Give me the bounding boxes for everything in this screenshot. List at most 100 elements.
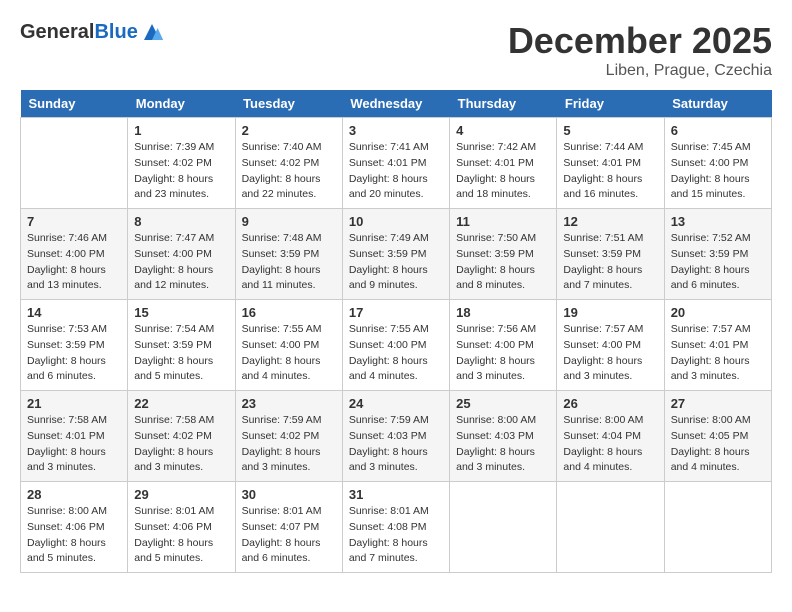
empty-cell (557, 482, 664, 573)
day-cell-3: 3 Sunrise: 7:41 AM Sunset: 4:01 PM Daylig… (342, 118, 449, 209)
day-cell-5: 5 Sunrise: 7:44 AM Sunset: 4:01 PM Daylig… (557, 118, 664, 209)
day-cell-6: 6Sunrise: 7:45 AM Sunset: 4:00 PM Daylig… (664, 118, 771, 209)
day-cell-20: 20 Sunrise: 7:57 AM Sunset: 4:01 PM Dayli… (664, 300, 771, 391)
day-number: 21 (27, 396, 121, 411)
day-info: Sunrise: 7:55 AM Sunset: 4:00 PM Dayligh… (242, 322, 336, 385)
day-number: 31 (349, 487, 443, 502)
day-cell-25: 25Sunrise: 8:00 AM Sunset: 4:03 PM Dayli… (450, 391, 557, 482)
day-cell-2: 2 Sunrise: 7:40 AM Sunset: 4:02 PM Daylig… (235, 118, 342, 209)
day-number: 8 (134, 214, 228, 229)
logo: GeneralBlue (20, 20, 164, 44)
week-row-3: 14Sunrise: 7:53 AM Sunset: 3:59 PM Dayli… (21, 300, 772, 391)
day-number: 20 (671, 305, 765, 320)
day-cell-31: 31 Sunrise: 8:01 AM Sunset: 4:08 PM Dayli… (342, 482, 449, 573)
day-cell-16: 16 Sunrise: 7:55 AM Sunset: 4:00 PM Dayli… (235, 300, 342, 391)
weekday-header-row: SundayMondayTuesdayWednesdayThursdayFrid… (21, 90, 772, 118)
day-number: 18 (456, 305, 550, 320)
day-number: 25 (456, 396, 550, 411)
day-info: Sunrise: 7:45 AM Sunset: 4:00 PM Dayligh… (671, 140, 765, 203)
weekday-header-wednesday: Wednesday (342, 90, 449, 118)
day-info: Sunrise: 8:01 AM Sunset: 4:08 PM Dayligh… (349, 504, 443, 567)
day-cell-23: 23 Sunrise: 7:59 AM Sunset: 4:02 PM Dayli… (235, 391, 342, 482)
day-cell-19: 19 Sunrise: 7:57 AM Sunset: 4:00 PM Dayli… (557, 300, 664, 391)
day-cell-29: 29Sunrise: 8:01 AM Sunset: 4:06 PM Dayli… (128, 482, 235, 573)
day-number: 13 (671, 214, 765, 229)
month-title: December 2025 (508, 20, 772, 62)
weekday-header-friday: Friday (557, 90, 664, 118)
day-cell-12: 12Sunrise: 7:51 AM Sunset: 3:59 PM Dayli… (557, 209, 664, 300)
logo-general-text: General (20, 21, 94, 43)
day-info: Sunrise: 8:01 AM Sunset: 4:06 PM Dayligh… (134, 504, 228, 567)
day-cell-18: 18 Sunrise: 7:56 AM Sunset: 4:00 PM Dayli… (450, 300, 557, 391)
day-cell-10: 10Sunrise: 7:49 AM Sunset: 3:59 PM Dayli… (342, 209, 449, 300)
page-header: GeneralBlue December 2025 Liben, Prague,… (20, 20, 772, 80)
day-number: 22 (134, 396, 228, 411)
day-info: Sunrise: 7:48 AM Sunset: 3:59 PM Dayligh… (242, 231, 336, 294)
day-number: 26 (563, 396, 657, 411)
day-number: 3 (349, 123, 443, 138)
day-number: 1 (134, 123, 228, 138)
day-info: Sunrise: 7:58 AM Sunset: 4:01 PM Dayligh… (27, 413, 121, 476)
weekday-header-sunday: Sunday (21, 90, 128, 118)
weekday-header-tuesday: Tuesday (235, 90, 342, 118)
empty-cell (21, 118, 128, 209)
day-cell-8: 8 Sunrise: 7:47 AM Sunset: 4:00 PM Daylig… (128, 209, 235, 300)
day-info: Sunrise: 8:00 AM Sunset: 4:05 PM Dayligh… (671, 413, 765, 476)
day-cell-1: 1 Sunrise: 7:39 AM Sunset: 4:02 PM Daylig… (128, 118, 235, 209)
day-number: 19 (563, 305, 657, 320)
day-number: 10 (349, 214, 443, 229)
day-info: Sunrise: 7:46 AM Sunset: 4:00 PM Dayligh… (27, 231, 121, 294)
day-number: 9 (242, 214, 336, 229)
day-number: 24 (349, 396, 443, 411)
title-block: December 2025 Liben, Prague, Czechia (508, 20, 772, 80)
day-info: Sunrise: 7:59 AM Sunset: 4:02 PM Dayligh… (242, 413, 336, 476)
day-info: Sunrise: 7:58 AM Sunset: 4:02 PM Dayligh… (134, 413, 228, 476)
calendar-body: 1 Sunrise: 7:39 AM Sunset: 4:02 PM Daylig… (21, 118, 772, 573)
day-number: 16 (242, 305, 336, 320)
day-cell-24: 24 Sunrise: 7:59 AM Sunset: 4:03 PM Dayli… (342, 391, 449, 482)
day-number: 2 (242, 123, 336, 138)
day-info: Sunrise: 7:59 AM Sunset: 4:03 PM Dayligh… (349, 413, 443, 476)
day-info: Sunrise: 7:55 AM Sunset: 4:00 PM Dayligh… (349, 322, 443, 385)
day-number: 12 (563, 214, 657, 229)
day-number: 7 (27, 214, 121, 229)
day-info: Sunrise: 7:53 AM Sunset: 3:59 PM Dayligh… (27, 322, 121, 385)
day-info: Sunrise: 7:57 AM Sunset: 4:01 PM Dayligh… (671, 322, 765, 385)
day-info: Sunrise: 7:47 AM Sunset: 4:00 PM Dayligh… (134, 231, 228, 294)
day-cell-30: 30Sunrise: 8:01 AM Sunset: 4:07 PM Dayli… (235, 482, 342, 573)
logo-blue-text: Blue (94, 21, 137, 43)
day-number: 4 (456, 123, 550, 138)
day-number: 17 (349, 305, 443, 320)
day-info: Sunrise: 7:41 AM Sunset: 4:01 PM Dayligh… (349, 140, 443, 203)
week-row-5: 28Sunrise: 8:00 AM Sunset: 4:06 PM Dayli… (21, 482, 772, 573)
day-cell-21: 21 Sunrise: 7:58 AM Sunset: 4:01 PM Dayli… (21, 391, 128, 482)
location: Liben, Prague, Czechia (508, 62, 772, 80)
day-number: 30 (242, 487, 336, 502)
day-number: 5 (563, 123, 657, 138)
week-row-2: 7 Sunrise: 7:46 AM Sunset: 4:00 PM Daylig… (21, 209, 772, 300)
day-cell-22: 22 Sunrise: 7:58 AM Sunset: 4:02 PM Dayli… (128, 391, 235, 482)
day-cell-11: 11Sunrise: 7:50 AM Sunset: 3:59 PM Dayli… (450, 209, 557, 300)
day-info: Sunrise: 7:52 AM Sunset: 3:59 PM Dayligh… (671, 231, 765, 294)
day-cell-28: 28Sunrise: 8:00 AM Sunset: 4:06 PM Dayli… (21, 482, 128, 573)
day-number: 15 (134, 305, 228, 320)
day-cell-9: 9 Sunrise: 7:48 AM Sunset: 3:59 PM Daylig… (235, 209, 342, 300)
day-cell-27: 27 Sunrise: 8:00 AM Sunset: 4:05 PM Dayli… (664, 391, 771, 482)
day-info: Sunrise: 7:50 AM Sunset: 3:59 PM Dayligh… (456, 231, 550, 294)
day-info: Sunrise: 7:39 AM Sunset: 4:02 PM Dayligh… (134, 140, 228, 203)
day-info: Sunrise: 7:57 AM Sunset: 4:00 PM Dayligh… (563, 322, 657, 385)
day-info: Sunrise: 7:42 AM Sunset: 4:01 PM Dayligh… (456, 140, 550, 203)
week-row-1: 1 Sunrise: 7:39 AM Sunset: 4:02 PM Daylig… (21, 118, 772, 209)
empty-cell (450, 482, 557, 573)
day-number: 28 (27, 487, 121, 502)
weekday-header-thursday: Thursday (450, 90, 557, 118)
day-info: Sunrise: 7:44 AM Sunset: 4:01 PM Dayligh… (563, 140, 657, 203)
day-number: 27 (671, 396, 765, 411)
day-info: Sunrise: 7:54 AM Sunset: 3:59 PM Dayligh… (134, 322, 228, 385)
day-number: 23 (242, 396, 336, 411)
day-info: Sunrise: 7:56 AM Sunset: 4:00 PM Dayligh… (456, 322, 550, 385)
day-info: Sunrise: 7:40 AM Sunset: 4:02 PM Dayligh… (242, 140, 336, 203)
weekday-header-saturday: Saturday (664, 90, 771, 118)
empty-cell (664, 482, 771, 573)
logo-icon (140, 20, 164, 44)
